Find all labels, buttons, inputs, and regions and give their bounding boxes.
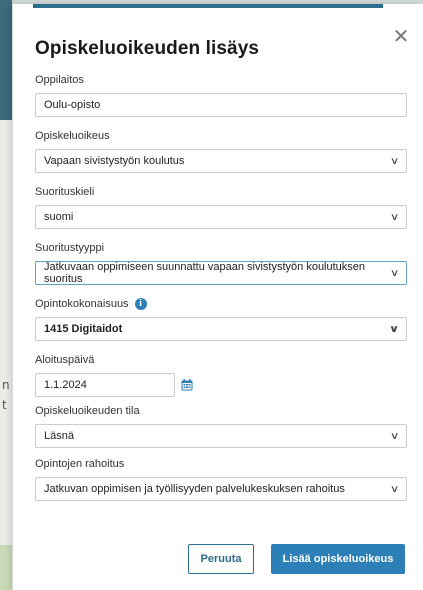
oppilaitos-value: Oulu-opisto xyxy=(44,99,101,111)
dialog-title: Opiskeluoikeuden lisäys xyxy=(35,38,260,59)
add-study-right-button[interactable]: Lisää opiskeluoikeus xyxy=(271,544,405,574)
rahoitus-label: Opintojen rahoitus xyxy=(35,458,125,470)
chevron-down-icon: ∨ xyxy=(389,430,400,442)
background-text-fragment: n xyxy=(2,378,10,392)
chevron-down-icon: ∨ xyxy=(389,211,400,223)
chevron-down-icon: ∨ xyxy=(389,155,400,167)
suorituskieli-select[interactable]: suomi ∨ xyxy=(35,205,407,229)
tila-field: Opiskeluoikeuden tila Läsnä ∨ xyxy=(35,405,407,448)
suoritustyyppi-value: Jatkuvaan oppimiseen suunnattu vapaan si… xyxy=(44,261,366,285)
dialog-top-accent xyxy=(33,4,383,8)
aloituspaiva-value: 1.1.2024 xyxy=(44,379,87,391)
calendar-icon[interactable] xyxy=(181,379,193,391)
oppilaitos-field: Oppilaitos Oulu-opisto xyxy=(35,74,407,117)
oppilaitos-input[interactable]: Oulu-opisto xyxy=(35,93,407,117)
tila-select[interactable]: Läsnä ∨ xyxy=(35,424,407,448)
opintokokonaisuus-label-row: Opintokokonaisuus i xyxy=(35,298,407,310)
suoritustyyppi-field: Suoritustyyppi Jatkuvaan oppimiseen suun… xyxy=(35,242,407,285)
suoritustyyppi-select[interactable]: Jatkuvaan oppimiseen suunnattu vapaan si… xyxy=(35,261,407,285)
chevron-down-icon: ∨ xyxy=(389,267,400,279)
close-icon[interactable]: ✕ xyxy=(391,26,411,46)
aloituspaiva-input[interactable]: 1.1.2024 xyxy=(35,373,175,397)
chevron-down-icon: ∨ xyxy=(389,483,400,495)
rahoitus-field: Opintojen rahoitus Jatkuvan oppimisen ja… xyxy=(35,458,407,501)
aloituspaiva-row: 1.1.2024 xyxy=(35,366,407,397)
background-text-fragment: t xyxy=(2,398,7,412)
rahoitus-select[interactable]: Jatkuvan oppimisen ja työllisyyden palve… xyxy=(35,477,407,501)
background-dark-panel xyxy=(0,0,12,120)
aloituspaiva-field: Aloituspäivä 1.1.2024 xyxy=(35,354,407,397)
opintokokonaisuus-field: Opintokokonaisuus i 1415 Digitaidot ∨ xyxy=(35,298,407,341)
rahoitus-value: Jatkuvan oppimisen ja työllisyyden palve… xyxy=(44,483,345,495)
background-green-panel xyxy=(0,545,12,590)
tila-value: Läsnä xyxy=(44,430,74,442)
opintokokonaisuus-label: Opintokokonaisuus xyxy=(35,298,129,310)
opiskeluoikeus-field: Opiskeluoikeus Vapaan sivistystyön koulu… xyxy=(35,130,407,173)
add-study-right-dialog: ✕ Opiskeluoikeuden lisäys Oppilaitos Oul… xyxy=(12,4,423,590)
aloituspaiva-label: Aloituspäivä xyxy=(35,354,95,366)
opiskeluoikeus-select[interactable]: Vapaan sivistystyön koulutus ∨ xyxy=(35,149,407,173)
opintokokonaisuus-value: 1415 Digitaidot xyxy=(44,323,123,335)
suorituskieli-field: Suorituskieli suomi ∨ xyxy=(35,186,407,229)
suorituskieli-value: suomi xyxy=(44,211,74,223)
opiskeluoikeus-value: Vapaan sivistystyön koulutus xyxy=(44,155,185,167)
opintokokonaisuus-select[interactable]: 1415 Digitaidot ∨ xyxy=(35,317,407,341)
opiskeluoikeus-label: Opiskeluoikeus xyxy=(35,130,110,142)
info-icon[interactable]: i xyxy=(134,298,147,310)
oppilaitos-label: Oppilaitos xyxy=(35,74,84,86)
chevron-down-icon: ∨ xyxy=(388,323,400,335)
cancel-button[interactable]: Peruuta xyxy=(188,544,254,574)
tila-label: Opiskeluoikeuden tila xyxy=(35,405,140,417)
suorituskieli-label: Suorituskieli xyxy=(35,186,95,198)
suoritustyyppi-label: Suoritustyyppi xyxy=(35,242,105,254)
